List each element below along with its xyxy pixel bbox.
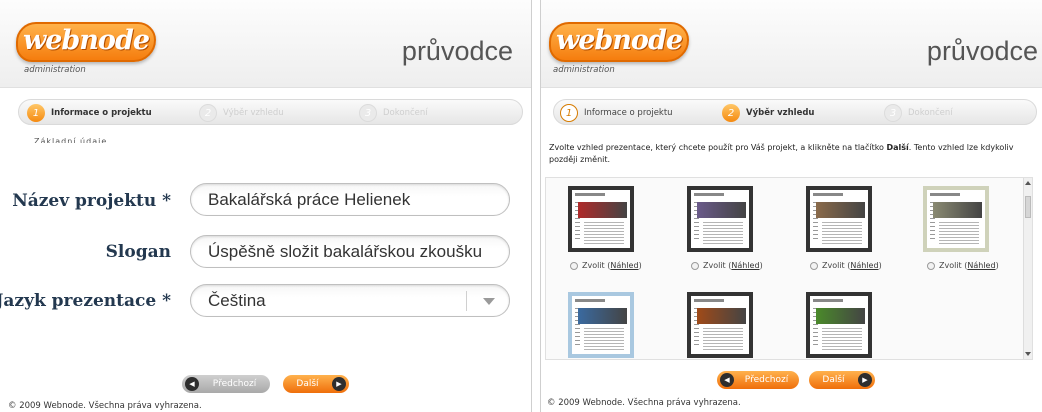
language-selected-value: Čeština [208,291,266,310]
scrollbar-thumb[interactable] [1025,196,1031,218]
header: webnode administration průvodce [0,0,531,88]
steps-bar: 1 Informace o projektu 2 Výběr vzhledu 3… [18,99,523,125]
step-2: 2 Výběr vzhledu [199,103,284,123]
slogan-input[interactable]: Úspěšně složit bakalářskou zkoušku [190,235,510,268]
chevron-down-icon[interactable] [483,298,495,305]
preview-link[interactable]: Náhled [610,261,638,270]
step-label-3: Dokončení [383,108,428,118]
steps-bar: 1 Informace o projektu 2 Výběr vzhledu 3… [553,99,1037,125]
scroll-up-arrow-icon[interactable] [1025,181,1031,185]
step-number-2: 2 [722,104,740,122]
previous-button[interactable]: ◀ Předchozí [182,375,270,393]
template-banner-3 [816,202,865,218]
slogan-label: Slogan [105,242,171,262]
next-button[interactable]: Další ▶ [283,375,349,393]
footer-copyright: © 2009 Webnode. Všechna práva vyhrazena. [8,401,202,411]
template-thumbnail-7[interactable] [806,292,872,358]
preview-link[interactable]: Náhled [850,261,878,270]
step-number-3: 3 [884,104,902,122]
header: webnode administration průvodce [541,0,1042,88]
step-number-3: 3 [359,104,377,122]
arrow-right-icon: ▶ [332,377,346,391]
template-choice-3[interactable]: Zvolit (Náhled) [810,261,882,270]
step-1: 1 Informace o projektu [27,103,152,123]
arrow-left-icon: ◀ [185,377,199,391]
template-thumbnail-1[interactable] [568,186,634,252]
preview-link[interactable]: Náhled [731,261,759,270]
guide-title: průvodce [401,36,513,66]
radio-button[interactable] [927,261,935,270]
template-thumbnail-4[interactable] [923,186,989,252]
arrow-right-icon: ▶ [858,373,872,387]
footer-copyright: © 2009 Webnode. Všechna práva vyhrazena. [547,398,741,408]
webnode-logo: webnode [16,22,156,62]
step-number-1: 1 [560,104,578,122]
step-number-1: 1 [27,104,45,122]
scroll-down-arrow-icon[interactable] [1025,352,1031,356]
template-banner-5 [578,308,627,324]
wizard-step2-panel: webnode administration průvodce 1 Inform… [540,0,1042,412]
step-label-2: Výběr vzhledu [223,108,284,118]
template-thumbnail-6[interactable] [687,292,753,358]
wizard-step1-panel: webnode administration průvodce 1 Inform… [0,0,532,412]
gallery-scrollbar[interactable] [1023,178,1032,359]
radio-button[interactable] [691,261,699,270]
template-banner-2 [697,202,746,218]
step-number-2: 2 [199,104,217,122]
step-3: 3 Dokončení [884,103,953,123]
step-2: 2 Výběr vzhledu [722,103,814,123]
template-choice-4[interactable]: Zvolit (Náhled) [927,261,999,270]
preview-link[interactable]: Náhled [967,261,995,270]
logo-subtitle: administration [553,65,615,75]
step-3: 3 Dokončení [359,103,428,123]
logo-subtitle: administration [24,65,86,75]
template-banner-6 [697,308,746,324]
guide-title: průvodce [926,36,1038,66]
step-label-3: Dokončení [908,108,953,118]
instruction-text: Zvolte vzhled prezentace, který chcete p… [549,143,1014,164]
previous-button[interactable]: ◀ Předchozí [717,371,799,389]
step-label-1: Informace o projektu [51,108,152,118]
radio-button[interactable] [810,261,818,270]
template-banner-1 [578,202,627,218]
step-label-2: Výběr vzhledu [746,108,815,118]
webnode-logo: webnode [549,22,689,62]
select-separator [466,291,467,311]
radio-button[interactable] [570,261,578,270]
template-thumbnail-3[interactable] [806,186,872,252]
next-button[interactable]: Další ▶ [809,371,875,389]
language-select[interactable]: Čeština [190,284,510,317]
template-choice-2[interactable]: Zvolit (Náhled) [691,261,763,270]
step-label-1: Informace o projektu [584,108,673,118]
template-thumbnail-2[interactable] [687,186,753,252]
project-name-input[interactable]: Bakalářská práce Helienek [190,183,510,216]
project-name-label: Název projektu * [12,191,171,211]
template-banner-4 [933,202,982,218]
language-label: Jazyk prezentace * [0,291,171,311]
template-gallery: Zvolit (Náhled) Zvolit (Náhled) Zvolit (… [545,177,1033,360]
arrow-left-icon: ◀ [720,373,734,387]
template-banner-7 [816,308,865,324]
template-thumbnail-5[interactable] [568,292,634,358]
step-1: 1 Informace o projektu [560,103,673,123]
section-heading: Základní údaje [34,137,108,143]
template-choice-1[interactable]: Zvolit (Náhled) [570,261,642,270]
